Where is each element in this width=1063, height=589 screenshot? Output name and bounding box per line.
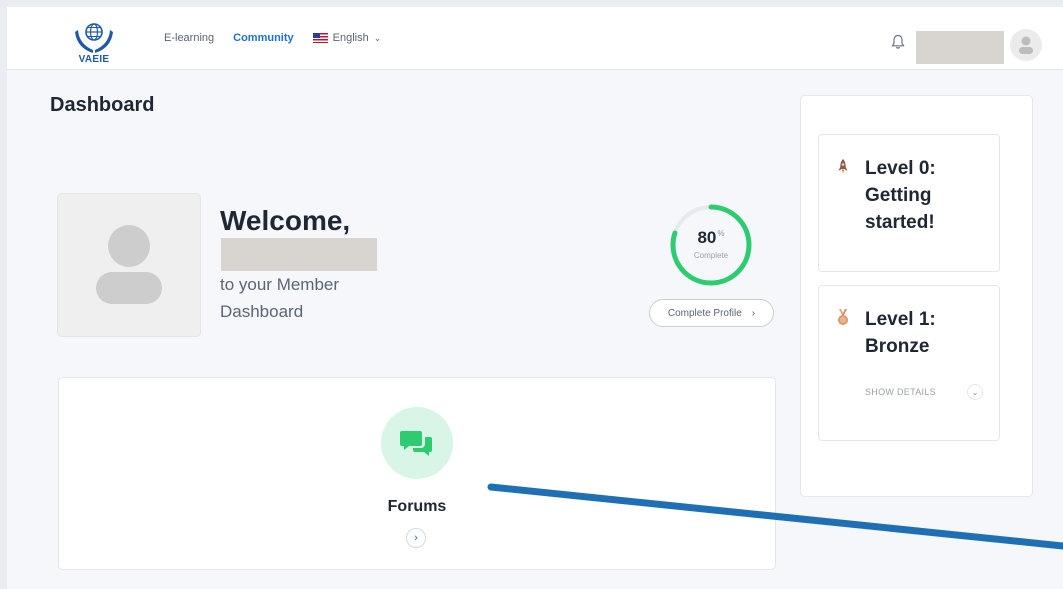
forums-card[interactable]: Forums › [58,377,776,570]
completion-value: 80% [668,228,754,248]
chevron-right-icon: › [414,532,418,544]
forums-icon-circle [381,407,453,479]
page-title: Dashboard [50,94,155,116]
welcome-subtitle: to your Member Dashboard [220,275,340,321]
level-0-title: Level 0: Getting started! [865,158,936,233]
rocket-icon [838,159,848,174]
top-navbar: VAEIE E-learning Community English ⌄ [7,7,1063,70]
bronze-medal-icon [838,309,848,325]
language-selector[interactable]: English ⌄ [312,32,382,44]
completion-label: Complete [693,251,729,260]
nav-elearning[interactable]: E-learning [164,32,214,44]
main-nav: E-learning Community English ⌄ [164,32,381,44]
complete-profile-label: Complete Profile [667,307,742,319]
us-flag-icon [312,33,328,43]
language-label: English [332,32,369,44]
bell-icon[interactable] [891,34,905,50]
level-card-0[interactable]: Level 0: Getting started! [818,134,1000,272]
profile-photo[interactable] [57,193,201,337]
globe-hands-icon [75,23,113,53]
chevron-down-icon: ⌄ [373,32,382,43]
member-name-redacted [221,238,377,271]
show-details-link[interactable]: SHOW DETAILS [865,387,936,397]
user-avatar[interactable] [1010,29,1042,61]
forums-title: Forums [387,498,447,515]
user-avatar-icon [1019,36,1033,54]
complete-profile-button[interactable]: Complete Profile › [649,299,774,327]
completion-number: 80 [697,228,717,247]
welcome-heading: Welcome, [220,205,351,236]
chevron-down-icon[interactable]: ⌄ [967,384,983,400]
levels-panel: Level 0: Getting started! Level 1: Bronz… [800,95,1033,497]
user-avatar-placeholder-icon [96,225,162,304]
completion-unit: % [717,229,725,239]
profile-completion-ring: 80% Complete [668,202,754,288]
vaeie-logo[interactable]: VAEIE [73,20,115,68]
user-name-redacted[interactable] [916,31,1004,64]
level-card-1[interactable]: Level 1: Bronze SHOW DETAILS ⌄ [818,285,1000,441]
logo-text: VAEIE [78,54,110,65]
chat-bubbles-icon [400,431,432,456]
chevron-right-icon: › [751,307,756,319]
nav-community[interactable]: Community [233,32,294,44]
forums-open-button[interactable]: › [406,528,426,548]
level-1-title: Level 1: Bronze [865,309,936,357]
